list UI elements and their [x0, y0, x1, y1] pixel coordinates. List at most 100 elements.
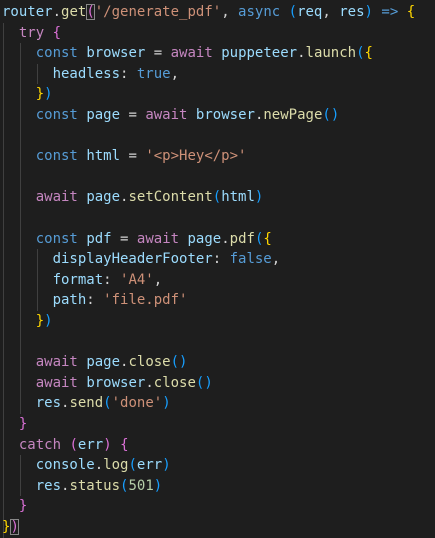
code-line[interactable]: await page.setContent(html) [2, 187, 264, 207]
code-line[interactable]: }) [2, 517, 19, 537]
code-token: . [94, 457, 104, 474]
code-token: ) [44, 313, 53, 329]
code-token: puppeteer [221, 45, 298, 62]
code-token: catch [18, 436, 62, 453]
code-line[interactable]: }) [2, 84, 53, 104]
code-token: get [61, 4, 87, 20]
code-line[interactable]: const page = await browser.newPage() [2, 105, 340, 125]
code-token: launch [305, 45, 357, 62]
code-token: { [120, 436, 129, 453]
code-token: ) [103, 436, 112, 453]
code-token: const [35, 148, 78, 165]
code-token: res [35, 395, 62, 412]
code-line[interactable]: res.send('done') [2, 393, 171, 413]
code-token: ( [69, 436, 78, 453]
code-token: browser [86, 374, 146, 391]
code-token: await [170, 45, 213, 62]
code-token: ) [10, 519, 19, 535]
code-token: try [18, 24, 45, 41]
code-token: ) [364, 4, 373, 20]
code-token: . [145, 374, 154, 391]
code-line[interactable]: const browser = await puppeteer.launch({ [2, 43, 373, 63]
code-token: 501 [128, 477, 154, 494]
code-token: '<p>Hey</p>' [145, 148, 247, 165]
code-token: err [77, 436, 104, 453]
code-token: '/generate_pdf' [94, 4, 222, 20]
code-token: await [35, 374, 78, 391]
code-token: = [120, 148, 146, 165]
code-token: path [52, 292, 87, 309]
code-token: async [238, 4, 281, 20]
code-token: close [153, 374, 196, 391]
code-token: : [103, 271, 121, 288]
code-token: req [297, 4, 323, 20]
code-token: console [35, 457, 95, 474]
code-line[interactable]: } [2, 496, 27, 516]
code-token: = [120, 107, 146, 123]
code-token: . [221, 230, 230, 247]
code-line[interactable]: const html = '<p>Hey</p>' [2, 146, 247, 166]
code-token: , [221, 4, 239, 20]
code-token: , [170, 65, 180, 82]
code-token: ) [162, 457, 171, 474]
code-token: log [103, 457, 129, 474]
code-line[interactable]: }) [2, 311, 53, 331]
code-token: newPage [263, 107, 323, 123]
code-token: () [195, 374, 213, 391]
code-token: await [136, 230, 180, 247]
code-token: html [221, 189, 255, 206]
code-token: { [52, 24, 62, 41]
code-token: pdf [86, 230, 112, 247]
code-line[interactable]: const pdf = await page.pdf({ [2, 229, 272, 249]
code-line[interactable]: } [2, 414, 27, 434]
code-token: format [52, 271, 104, 288]
code-token: ( [288, 4, 298, 20]
code-token: = [145, 45, 171, 62]
code-token: ) [153, 477, 163, 494]
code-line[interactable]: await page.close() [2, 352, 188, 372]
code-token: page [187, 230, 222, 247]
code-line[interactable]: console.log(err) [2, 455, 171, 475]
code-token: . [297, 45, 306, 62]
code-token: { [263, 230, 272, 247]
code-token: const [35, 45, 78, 62]
code-token: () [322, 107, 340, 123]
code-token: 'A4' [120, 271, 154, 288]
code-token: , [153, 271, 163, 288]
code-token: } [35, 313, 45, 329]
code-token: { [364, 45, 373, 62]
code-token: () [170, 354, 188, 371]
code-token: router [2, 4, 53, 20]
code-line[interactable]: await browser.close() [2, 373, 213, 393]
code-line[interactable]: catch (err) { [2, 435, 129, 455]
code-line[interactable]: path: 'file.pdf' [2, 290, 188, 310]
code-line[interactable]: format: 'A4', [2, 270, 163, 290]
code-token: send [69, 395, 104, 412]
code-line[interactable]: headless: true, [2, 64, 179, 84]
code-token: await [35, 354, 78, 371]
code-token: await [145, 107, 188, 123]
code-token: await [35, 189, 78, 206]
code-token: : [212, 251, 230, 268]
code-editor[interactable]: router.get('/generate_pdf', async (req, … [0, 0, 435, 538]
code-token: displayHeaderFooter [52, 251, 213, 268]
code-token: } [18, 498, 28, 515]
code-token: err [136, 457, 163, 474]
code-token: html [86, 148, 121, 165]
code-line[interactable]: try { [2, 23, 61, 43]
code-line[interactable]: displayHeaderFooter: false, [2, 249, 281, 269]
code-line[interactable]: res.status(501) [2, 476, 162, 496]
code-token: } [35, 86, 45, 103]
code-line[interactable]: router.get('/generate_pdf', async (req, … [2, 2, 415, 22]
code-token: , [271, 251, 281, 268]
code-token: page [86, 354, 121, 371]
